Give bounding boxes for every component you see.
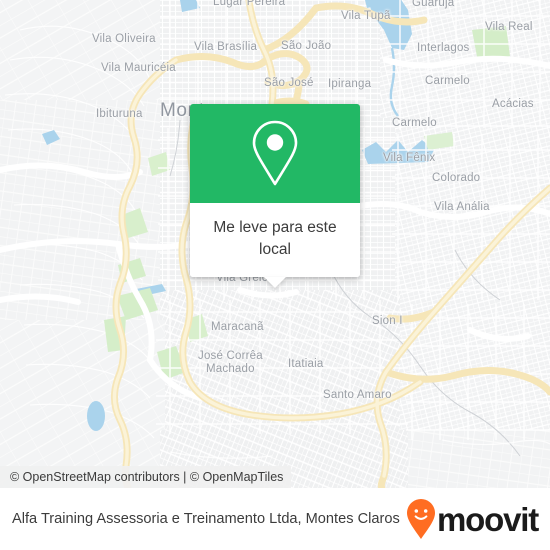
location-pin-icon [252, 120, 298, 185]
popup-tail [264, 277, 286, 288]
moovit-pin-icon [407, 499, 436, 539]
moovit-wordmark: moovit [437, 500, 539, 538]
popup-header [190, 104, 360, 203]
map-canvas[interactable]: Lugar Pereira Vila Tupã Guarujá Vila Real Vi… [0, 0, 550, 488]
footer-bar: Alfa Training Assessoria e Treinamento L… [0, 488, 550, 550]
popup-message: Me leve para este local [190, 203, 360, 277]
place-title: Alfa Training Assessoria e Treinamento L… [12, 510, 400, 527]
destination-popup-card[interactable]: Me leve para este local [190, 104, 360, 288]
moovit-logo[interactable]: moovit [406, 498, 539, 540]
map-attribution[interactable]: © OpenStreetMap contributors | © OpenMap… [0, 466, 292, 488]
